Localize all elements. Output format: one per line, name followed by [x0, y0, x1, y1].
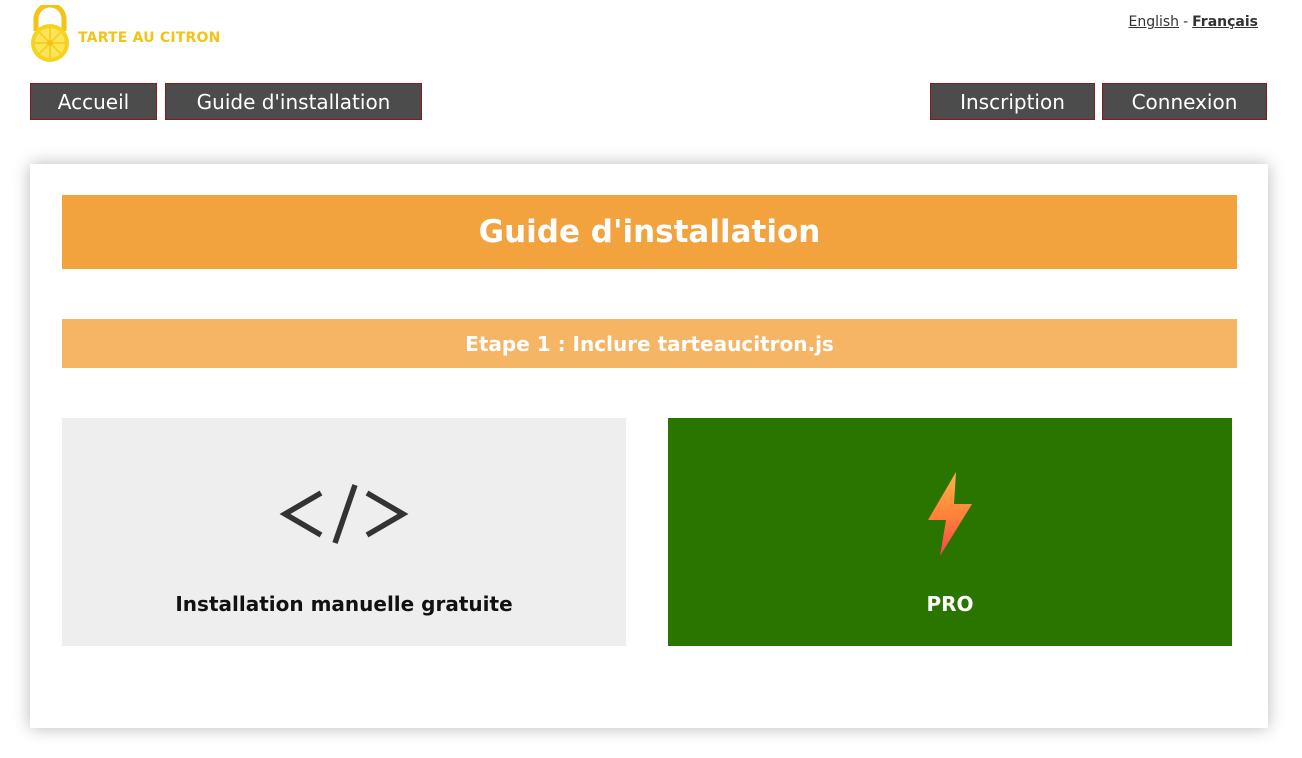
step-heading: Etape 1 : Inclure tarteaucitron.js — [62, 319, 1237, 368]
pro-label: PRO — [926, 592, 974, 616]
main-card: Guide d'installation Etape 1 : Inclure t… — [30, 164, 1268, 728]
installation-guide-button[interactable]: Guide d'installation — [165, 83, 422, 120]
lightning-bolt-icon — [924, 470, 976, 558]
language-separator: - — [1183, 14, 1189, 30]
login-button[interactable]: Connexion — [1102, 83, 1267, 120]
signup-button[interactable]: Inscription — [930, 83, 1095, 120]
home-button[interactable]: Accueil — [30, 83, 157, 120]
logo[interactable]: TARTE AU CITRON — [28, 4, 221, 64]
lemon-lock-icon — [31, 5, 69, 62]
pro-option[interactable]: PRO — [668, 418, 1232, 646]
language-link-french[interactable]: Français — [1192, 14, 1258, 30]
logo-text: TARTE AU CITRON — [78, 30, 221, 46]
language-link-english[interactable]: English — [1129, 14, 1180, 30]
free-installation-option[interactable]: Installation manuelle gratuite — [62, 418, 626, 646]
page: TARTE AU CITRON English - Français Accueil… — [0, 0, 1302, 758]
page-title: Guide d'installation — [62, 195, 1237, 269]
language-switch: English - Français — [1129, 14, 1259, 30]
code-icon — [279, 470, 409, 558]
free-installation-label: Installation manuelle gratuite — [175, 592, 513, 616]
